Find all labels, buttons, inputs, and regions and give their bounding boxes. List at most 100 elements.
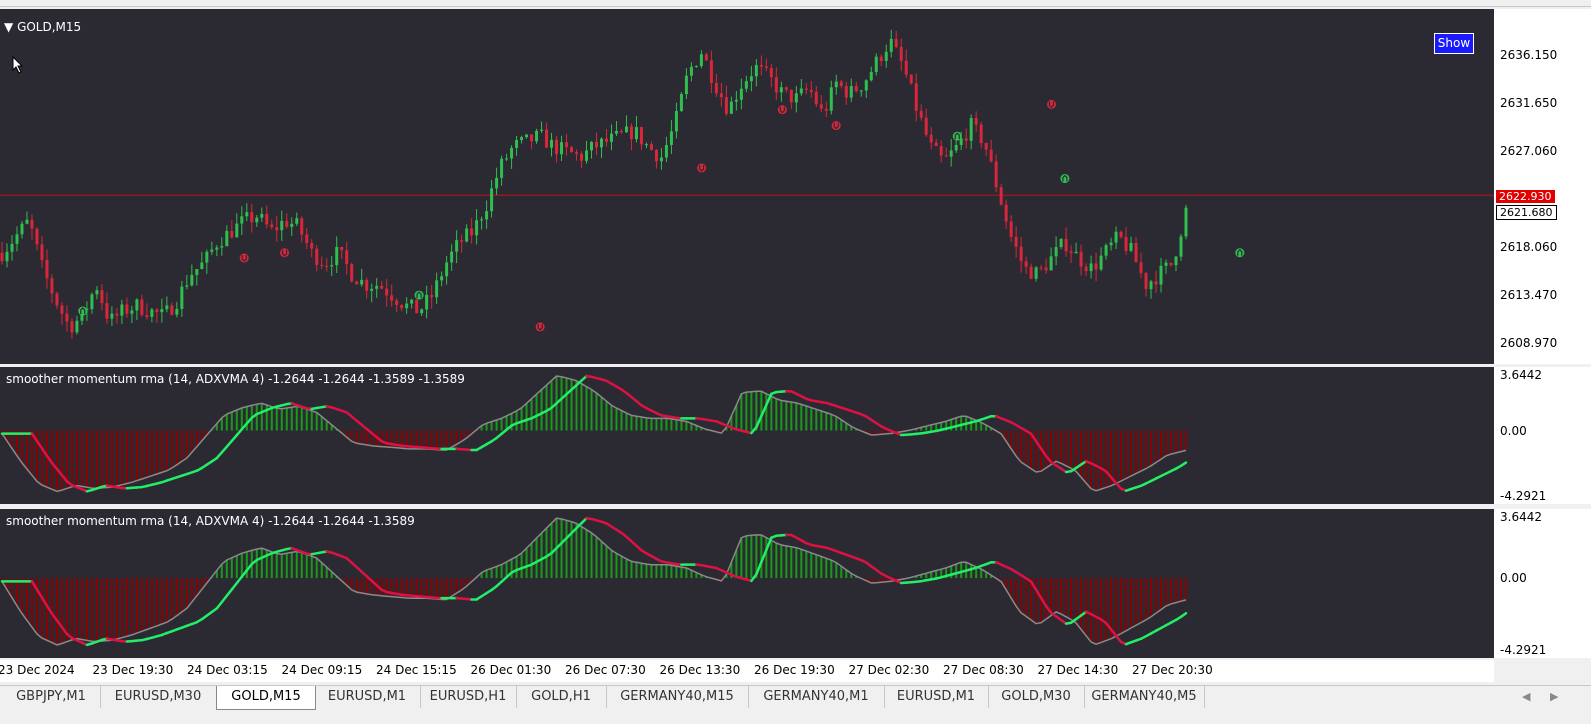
candle-body xyxy=(755,65,758,76)
candle-body xyxy=(860,90,863,91)
chart-tab[interactable]: EURUSD,M1 xyxy=(884,686,989,708)
candle-body xyxy=(240,216,243,223)
candle-body xyxy=(930,135,933,143)
candle-body xyxy=(680,94,683,111)
chart-tab[interactable]: EURUSD,M1 xyxy=(314,686,421,708)
candle-body xyxy=(1185,208,1188,237)
chart-tab[interactable]: EURUSD,M30 xyxy=(100,686,217,708)
momentum-chart-2 xyxy=(0,509,1494,658)
candle-body xyxy=(770,68,773,77)
chart-tab[interactable]: GERMANY40,M5 xyxy=(1084,686,1205,708)
indicator-axis-1[interactable]: 3.64420.00-4.2921 xyxy=(1494,367,1591,504)
candle-body xyxy=(730,102,733,114)
candle-body xyxy=(1100,256,1103,270)
indicator-axis-2[interactable]: 3.64420.00-4.2921 xyxy=(1494,509,1591,658)
candle-body xyxy=(875,57,878,72)
indicator-pane-1[interactable]: smoother momentum rma (14, ADXVMA 4) -1.… xyxy=(0,367,1494,504)
candle-body xyxy=(1080,252,1083,267)
candle-body xyxy=(1155,281,1158,284)
scroll-left-icon[interactable]: ◀ xyxy=(1522,690,1530,703)
candle-body xyxy=(915,83,918,110)
candle-body xyxy=(590,142,593,151)
candle-body xyxy=(55,293,58,305)
chart-tab[interactable]: GOLD,H1 xyxy=(516,686,607,708)
candle-body xyxy=(475,220,478,235)
chart-tab[interactable]: GBPJPY,M1 xyxy=(2,686,101,708)
candle-body xyxy=(900,47,903,61)
time-tick-label: 27 Dec 08:30 xyxy=(943,663,1024,677)
candlestick-chart xyxy=(0,9,1494,364)
candle-body xyxy=(280,221,283,230)
candle-body xyxy=(625,126,628,132)
candle-body xyxy=(615,131,618,134)
candle-body xyxy=(65,314,68,322)
candle-body xyxy=(495,178,498,189)
candle-body xyxy=(670,131,673,145)
collapse-triangle-icon[interactable]: ▼ xyxy=(4,20,13,34)
candle-body xyxy=(450,252,453,263)
candle-body xyxy=(635,127,638,139)
time-axis[interactable]: 23 Dec 202423 Dec 19:3024 Dec 03:1524 De… xyxy=(0,660,1494,682)
candle-body xyxy=(435,280,438,297)
candle-body xyxy=(295,218,298,224)
candle-body xyxy=(965,138,968,140)
candle-body xyxy=(430,295,433,297)
candle-body xyxy=(795,93,798,102)
indicator-tick-label: -4.2921 xyxy=(1500,489,1546,503)
candle-body xyxy=(525,134,528,137)
fractal-up-icon xyxy=(1060,174,1069,183)
time-tick-label: 23 Dec 19:30 xyxy=(93,663,174,677)
top-strip xyxy=(0,0,1591,7)
candle-body xyxy=(610,134,613,142)
show-button[interactable]: Show xyxy=(1434,33,1474,54)
candle-body xyxy=(955,145,958,150)
price-chart-pane[interactable]: ▼ GOLD,M15 Show xyxy=(0,9,1494,364)
chart-tab[interactable]: GERMANY40,M1 xyxy=(748,686,885,708)
candle-body xyxy=(725,97,728,113)
candle-body xyxy=(1065,239,1068,251)
price-tick-label: 2636.150 xyxy=(1500,48,1557,62)
candle-body xyxy=(650,144,653,150)
candle-body xyxy=(410,300,413,304)
candle-body xyxy=(750,76,753,81)
candle-body xyxy=(290,224,293,227)
candle-body xyxy=(1060,239,1063,247)
candle-body xyxy=(1120,232,1123,237)
price-axis[interactable]: 2636.1502631.6502627.0602618.0602613.470… xyxy=(1494,9,1591,364)
candle-body xyxy=(130,310,133,313)
candle-body xyxy=(745,81,748,89)
chart-tab[interactable]: GOLD,M15 xyxy=(216,686,316,710)
time-tick-label: 27 Dec 20:30 xyxy=(1132,663,1213,677)
signal-line xyxy=(2,376,1186,491)
chart-tab[interactable]: EURUSD,H1 xyxy=(420,686,517,708)
candle-body xyxy=(215,248,218,250)
candle-body xyxy=(880,57,883,61)
indicator-pane-2[interactable]: smoother momentum rma (14, ADXVMA 4) -1.… xyxy=(0,509,1494,658)
candle-body xyxy=(850,86,853,97)
candle-body xyxy=(275,227,278,230)
candle-body xyxy=(585,150,588,160)
candle-body xyxy=(310,243,313,249)
candle-body xyxy=(985,143,988,150)
candle-body xyxy=(690,67,693,76)
time-tick-label: 26 Dec 13:30 xyxy=(660,663,741,677)
candle-body xyxy=(790,90,793,103)
candle-body xyxy=(815,92,818,104)
candle-body xyxy=(995,161,998,187)
candle-body xyxy=(550,140,553,148)
scroll-right-icon[interactable]: ▶ xyxy=(1550,690,1558,703)
candle-body xyxy=(710,60,713,83)
candle-body xyxy=(220,246,223,247)
chart-symbol-title: ▼ GOLD,M15 xyxy=(4,20,81,34)
indicator-title-2: smoother momentum rma (14, ADXVMA 4) -1.… xyxy=(6,514,415,528)
candle-body xyxy=(205,252,208,263)
candle-body xyxy=(5,252,8,261)
candle-body xyxy=(325,266,328,267)
chart-tab[interactable]: GOLD,M30 xyxy=(988,686,1085,708)
candle-body xyxy=(1160,266,1163,285)
candle-body xyxy=(545,130,548,148)
momentum-chart-1 xyxy=(0,367,1494,504)
time-tick-label: 27 Dec 14:30 xyxy=(1038,663,1119,677)
candle-body xyxy=(855,86,858,91)
chart-tab[interactable]: GERMANY40,M15 xyxy=(606,686,749,708)
